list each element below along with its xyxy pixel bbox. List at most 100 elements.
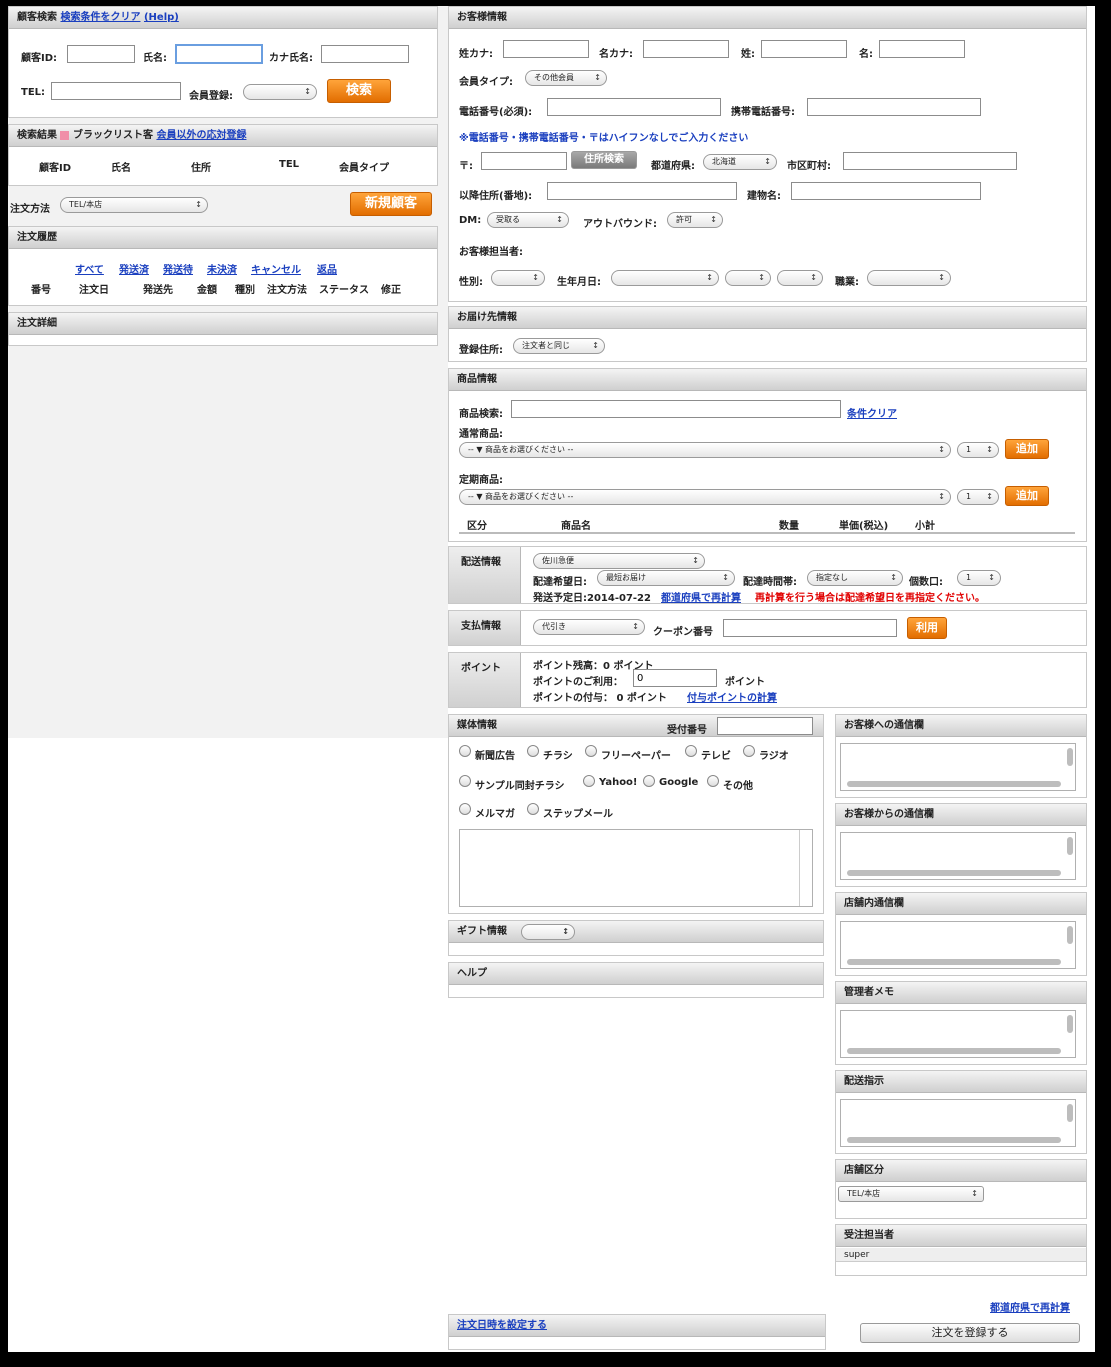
internal-textarea[interactable] [840, 921, 1076, 969]
gift-select[interactable] [521, 924, 575, 940]
media-option-yahoo: Yahoo! [599, 777, 638, 788]
last-name-input[interactable] [761, 40, 847, 58]
normal-add-button[interactable]: 追加 [1005, 439, 1049, 459]
filter-cancelled[interactable]: キャンセル [251, 261, 301, 276]
normal-qty-select[interactable]: 1 [957, 442, 999, 458]
radio-step-mail[interactable] [527, 803, 539, 815]
customer-search-panel: 顧客検索 検索条件をクリア (Help) 顧客ID: 氏名: カナ氏名: TEL… [8, 6, 438, 118]
regular-qty-select[interactable]: 1 [957, 489, 999, 505]
filter-awaiting-shipment[interactable]: 発送待 [163, 261, 193, 276]
last-name-label: 姓: [741, 49, 755, 60]
outbound-select[interactable]: 許可 [667, 212, 723, 228]
radio-sample-flyer[interactable] [459, 775, 471, 787]
city-input[interactable] [843, 152, 1017, 170]
delivery-time-select[interactable]: 指定なし [807, 570, 903, 586]
gender-select[interactable] [491, 270, 545, 286]
birth-year-select[interactable] [611, 270, 719, 286]
footer-recalc-link[interactable]: 都道府県で再計算 [990, 1299, 1070, 1314]
delivery-instruction-scrollbar-v[interactable] [1067, 1104, 1073, 1122]
kana-name-input[interactable] [321, 45, 409, 63]
admin-memo-textarea[interactable] [840, 1010, 1076, 1058]
new-customer-button[interactable]: 新規顧客 [350, 192, 432, 216]
from-customer-scrollbar-v[interactable] [1067, 837, 1073, 855]
tel-input[interactable] [51, 82, 181, 100]
coupon-use-button[interactable]: 利用 [907, 617, 947, 639]
set-order-datetime-link[interactable]: 注文日時を設定する [457, 1320, 547, 1331]
points-calc-link[interactable]: 付与ポイントの計算 [687, 689, 777, 704]
parcel-count-select[interactable]: 1 [957, 570, 1001, 586]
radio-google[interactable] [643, 775, 655, 787]
last-kana-input[interactable] [503, 40, 589, 58]
non-member-registration-link[interactable]: 会員以外の応対登録 [156, 130, 246, 141]
coupon-input[interactable] [723, 619, 897, 637]
radio-flyer[interactable] [527, 745, 539, 757]
first-kana-input[interactable] [643, 40, 729, 58]
radio-radio[interactable] [743, 745, 755, 757]
radio-free-paper[interactable] [585, 745, 597, 757]
to-customer-scrollbar-v[interactable] [1067, 748, 1073, 766]
dm-select[interactable]: 受取る [487, 212, 569, 228]
register-order-button[interactable]: 注文を登録する [860, 1323, 1080, 1343]
order-datetime-header: 注文日時を設定する [449, 1315, 825, 1337]
delivery-instruction-textarea[interactable] [840, 1099, 1076, 1147]
from-customer-textarea[interactable] [840, 832, 1076, 880]
regular-product-select[interactable]: -- ▼ 商品をお選びください -- [459, 489, 951, 505]
to-customer-scrollbar-h[interactable] [847, 781, 1061, 787]
receipt-number-input[interactable] [717, 717, 813, 735]
filter-returned[interactable]: 返品 [317, 261, 337, 276]
payment-method-select[interactable]: 代引き [533, 619, 645, 635]
internal-scrollbar-h[interactable] [847, 959, 1061, 965]
job-select[interactable] [867, 270, 951, 286]
registered-address-select[interactable]: 注文者と同じ [513, 338, 605, 354]
search-button[interactable]: 検索 [327, 79, 391, 103]
product-clear-link[interactable]: 条件クリア [847, 405, 897, 420]
name-input[interactable] [175, 44, 263, 64]
points-use-unit: ポイント [725, 677, 765, 688]
normal-product-select[interactable]: -- ▼ 商品をお選びください -- [459, 442, 951, 458]
delivery-instruction-scrollbar-h[interactable] [847, 1137, 1061, 1143]
media-notes-textarea[interactable] [459, 829, 813, 907]
store-category-select[interactable]: TEL/本店 [838, 1186, 984, 1202]
zip-input[interactable] [481, 152, 567, 170]
phone-input[interactable] [547, 98, 721, 116]
from-customer-scrollbar-h[interactable] [847, 870, 1061, 876]
admin-memo-scrollbar-h[interactable] [847, 1048, 1061, 1054]
prefecture-select[interactable]: 北海道 [703, 154, 777, 170]
radio-mail-magazine[interactable] [459, 803, 471, 815]
customer-id-input[interactable] [67, 45, 135, 63]
points-use-input[interactable] [633, 669, 717, 687]
scheduled-ship-date: 発送予定日:2014-07-22 [533, 593, 651, 604]
birth-day-select[interactable] [777, 270, 823, 286]
building-input[interactable] [791, 182, 981, 200]
clear-search-link[interactable]: 検索条件をクリア [60, 12, 140, 23]
internal-scrollbar-v[interactable] [1067, 926, 1073, 944]
member-registration-select[interactable] [243, 84, 317, 100]
regular-add-button[interactable]: 追加 [1005, 486, 1049, 506]
internal-title: 店舗内通信欄 [836, 893, 1086, 915]
filter-unpaid[interactable]: 未決済 [207, 261, 237, 276]
delivery-date-select[interactable]: 最短お届け [597, 570, 735, 586]
media-option-tv: テレビ [701, 751, 731, 762]
address-search-button[interactable]: 住所検索 [571, 151, 637, 169]
birth-month-select[interactable] [725, 270, 771, 286]
media-option-other: その他 [723, 781, 753, 792]
first-name-input[interactable] [879, 40, 965, 58]
filter-all[interactable]: すべて [75, 261, 104, 276]
radio-other[interactable] [707, 775, 719, 787]
admin-memo-scrollbar-v[interactable] [1067, 1015, 1073, 1033]
results-col-address: 住所 [191, 163, 211, 174]
mobile-input[interactable] [807, 98, 981, 116]
order-method-select[interactable]: TEL/本店 [60, 197, 208, 213]
radio-yahoo[interactable] [583, 775, 595, 787]
radio-tv[interactable] [685, 745, 697, 757]
to-customer-textarea[interactable] [840, 743, 1076, 791]
shipping-recalc-link[interactable]: 都道府県で再計算 [661, 589, 741, 604]
carrier-select[interactable]: 佐川急便 [533, 553, 705, 569]
street-address-input[interactable] [547, 182, 737, 200]
help-link[interactable]: (Help) [144, 12, 179, 23]
filter-shipped[interactable]: 発送済 [119, 261, 149, 276]
order-staff-value[interactable]: super [836, 1248, 1086, 1262]
radio-newspaper[interactable] [459, 745, 471, 757]
product-search-input[interactable] [511, 400, 841, 418]
member-type-select[interactable]: その他会員 [525, 70, 607, 86]
